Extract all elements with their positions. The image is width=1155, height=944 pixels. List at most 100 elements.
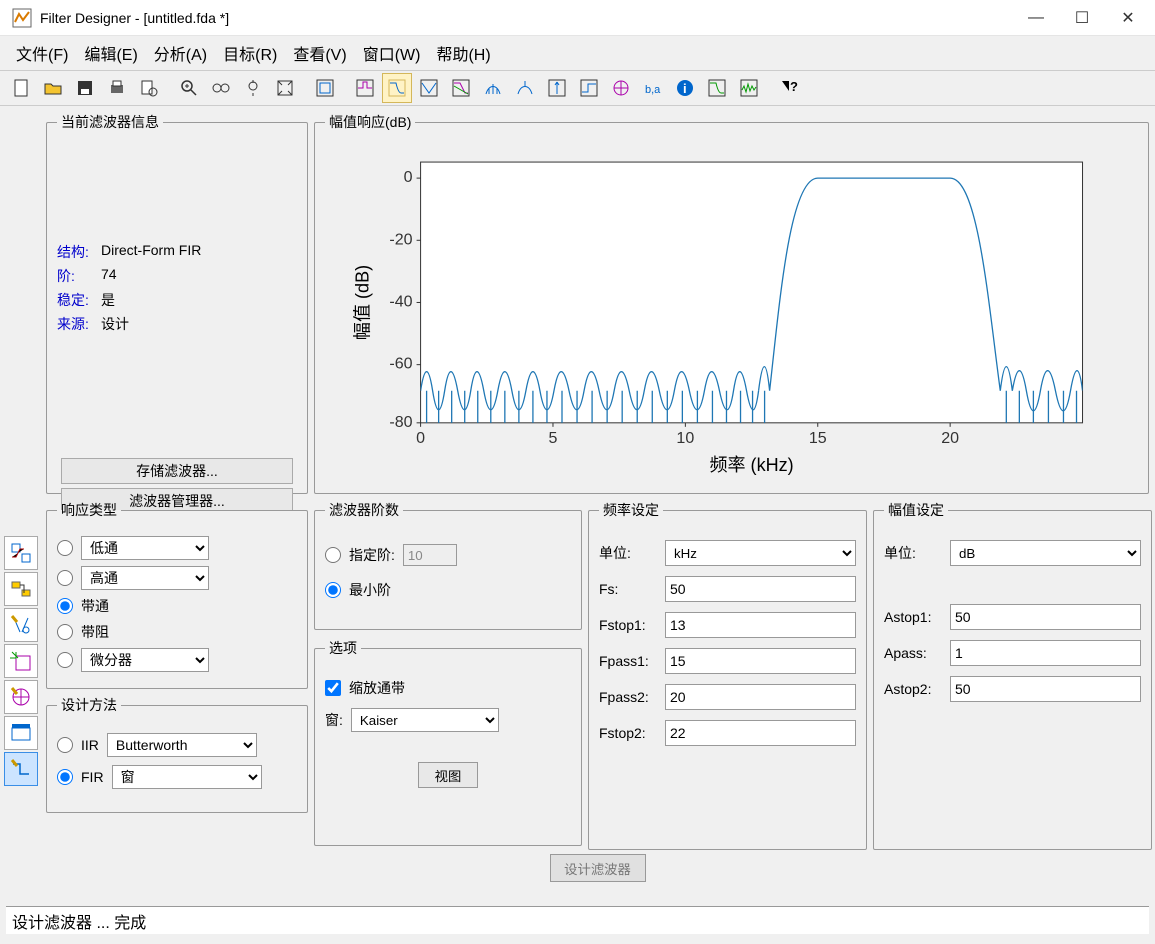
diff-radio[interactable] [57,652,73,668]
bandpass-label: 带通 [81,596,109,616]
structure-value: Direct-Form FIR [101,242,201,262]
specify-order-label: 指定阶: [349,545,395,565]
toolbar: b,a i ? [0,70,1155,106]
pole-zero-icon[interactable] [606,73,636,103]
ylabel: 幅值 (dB) [352,265,372,340]
fir-radio[interactable] [57,769,73,785]
iir-label: IIR [81,737,99,753]
side-realize-icon[interactable] [4,572,38,606]
magnitude-est-icon[interactable] [702,73,732,103]
menu-file[interactable]: 文件(F) [10,37,74,69]
min-order-radio[interactable] [325,582,341,598]
iir-radio[interactable] [57,737,73,753]
side-polezero-icon[interactable] [4,608,38,642]
astop1-label: Astop1: [884,609,944,625]
view-button[interactable]: 视图 [418,762,478,788]
lowpass-select[interactable]: 低通 [81,536,209,560]
side-import-icon[interactable] [4,644,38,678]
info-icon[interactable]: i [670,73,700,103]
menu-view[interactable]: 查看(V) [287,37,352,69]
structure-label: 结构: [57,242,101,262]
new-icon[interactable] [6,73,36,103]
side-sos-icon[interactable] [4,536,38,570]
bandpass-radio[interactable] [57,598,73,614]
content-area: 当前滤波器信息 结构:Direct-Form FIR 阶:74 稳定:是 来源:… [0,106,1155,900]
highpass-select[interactable]: 高通 [81,566,209,590]
mag-unit-select[interactable]: dB [950,540,1141,566]
astop2-input[interactable] [950,676,1141,702]
astop1-input[interactable] [950,604,1141,630]
menu-edit[interactable]: 编辑(E) [78,37,143,69]
design-filter-button[interactable]: 设计滤波器 [550,854,646,882]
response-type-panel: 响应类型 低通 高通 带通 带阻 微分器 [46,500,308,689]
filter-info-legend: 当前滤波器信息 [57,112,163,132]
fstop2-input[interactable] [665,720,856,746]
fpass1-input[interactable] [665,648,856,674]
side-quantize-icon[interactable] [4,716,38,750]
magnitude-response-icon[interactable] [382,73,412,103]
zoom-x-icon[interactable] [206,73,236,103]
mag-unit-label: 单位: [884,543,944,563]
step-response-icon[interactable] [574,73,604,103]
open-icon[interactable] [38,73,68,103]
fir-select[interactable]: 窗 [112,765,262,789]
full-view-icon[interactable] [310,73,340,103]
close-button[interactable]: ✕ [1105,0,1151,36]
filter-specs-icon[interactable] [350,73,380,103]
zoom-y-icon[interactable] [238,73,268,103]
magnitude-plot-panel: 幅值响应(dB) 0 -20 -40 -60 -80 0 5 [314,112,1149,494]
fpass2-input[interactable] [665,684,856,710]
fstop2-label: Fstop2: [599,725,659,741]
fstop1-input[interactable] [665,612,856,638]
scale-passband-label: 缩放通带 [349,678,405,698]
bandstop-radio[interactable] [57,624,73,640]
iir-select[interactable]: Butterworth [107,733,257,757]
zoom-fit-icon[interactable] [270,73,300,103]
filter-order-legend: 滤波器阶数 [325,500,403,520]
astop2-label: Astop2: [884,681,944,697]
menu-target[interactable]: 目标(R) [217,37,283,69]
menu-analyze[interactable]: 分析(A) [148,37,213,69]
impulse-response-icon[interactable] [542,73,572,103]
print-icon[interactable] [102,73,132,103]
phase-response-icon[interactable] [414,73,444,103]
frequency-legend: 频率设定 [599,500,663,520]
svg-text:b,a: b,a [645,84,661,96]
phase-delay-icon[interactable] [510,73,540,103]
minimize-button[interactable]: — [1013,0,1059,36]
coefficients-icon[interactable]: b,a [638,73,668,103]
fs-label: Fs: [599,581,659,597]
group-delay-icon[interactable] [478,73,508,103]
zoom-in-icon[interactable] [174,73,204,103]
svg-text:0: 0 [404,168,413,186]
lowpass-radio[interactable] [57,540,73,556]
diff-select[interactable]: 微分器 [81,648,209,672]
save-icon[interactable] [70,73,100,103]
frequency-panel: 频率设定 单位:kHz Fs: Fstop1: Fpass1: Fpass2: … [588,500,867,850]
apass-label: Apass: [884,645,944,661]
mag-phase-icon[interactable] [446,73,476,103]
freq-unit-label: 单位: [599,543,659,563]
side-design-icon[interactable] [4,752,38,786]
context-help-icon[interactable]: ? [774,73,804,103]
noise-icon[interactable] [734,73,764,103]
scale-passband-checkbox[interactable] [325,680,341,696]
print-preview-icon[interactable] [134,73,164,103]
freq-unit-select[interactable]: kHz [665,540,856,566]
svg-text:-60: -60 [389,355,412,373]
side-multirate-icon[interactable] [4,680,38,714]
maximize-button[interactable]: ☐ [1059,0,1105,36]
window-select[interactable]: Kaiser [351,708,499,732]
menu-window[interactable]: 窗口(W) [357,37,427,69]
fs-input[interactable] [665,576,856,602]
apass-input[interactable] [950,640,1141,666]
fpass2-label: Fpass2: [599,689,659,705]
store-filter-button[interactable]: 存储滤波器... [61,458,293,484]
specify-order-radio[interactable] [325,547,341,563]
menubar: 文件(F) 编辑(E) 分析(A) 目标(R) 查看(V) 窗口(W) 帮助(H… [0,36,1155,70]
magnitude-plot-legend: 幅值响应(dB) [325,112,415,132]
magnitude-panel: 幅值设定 单位:dB Astop1: Apass: Astop2: [873,500,1152,850]
menu-help[interactable]: 帮助(H) [430,37,496,69]
highpass-radio[interactable] [57,570,73,586]
design-method-panel: 设计方法 IIRButterworth FIR窗 [46,695,308,813]
